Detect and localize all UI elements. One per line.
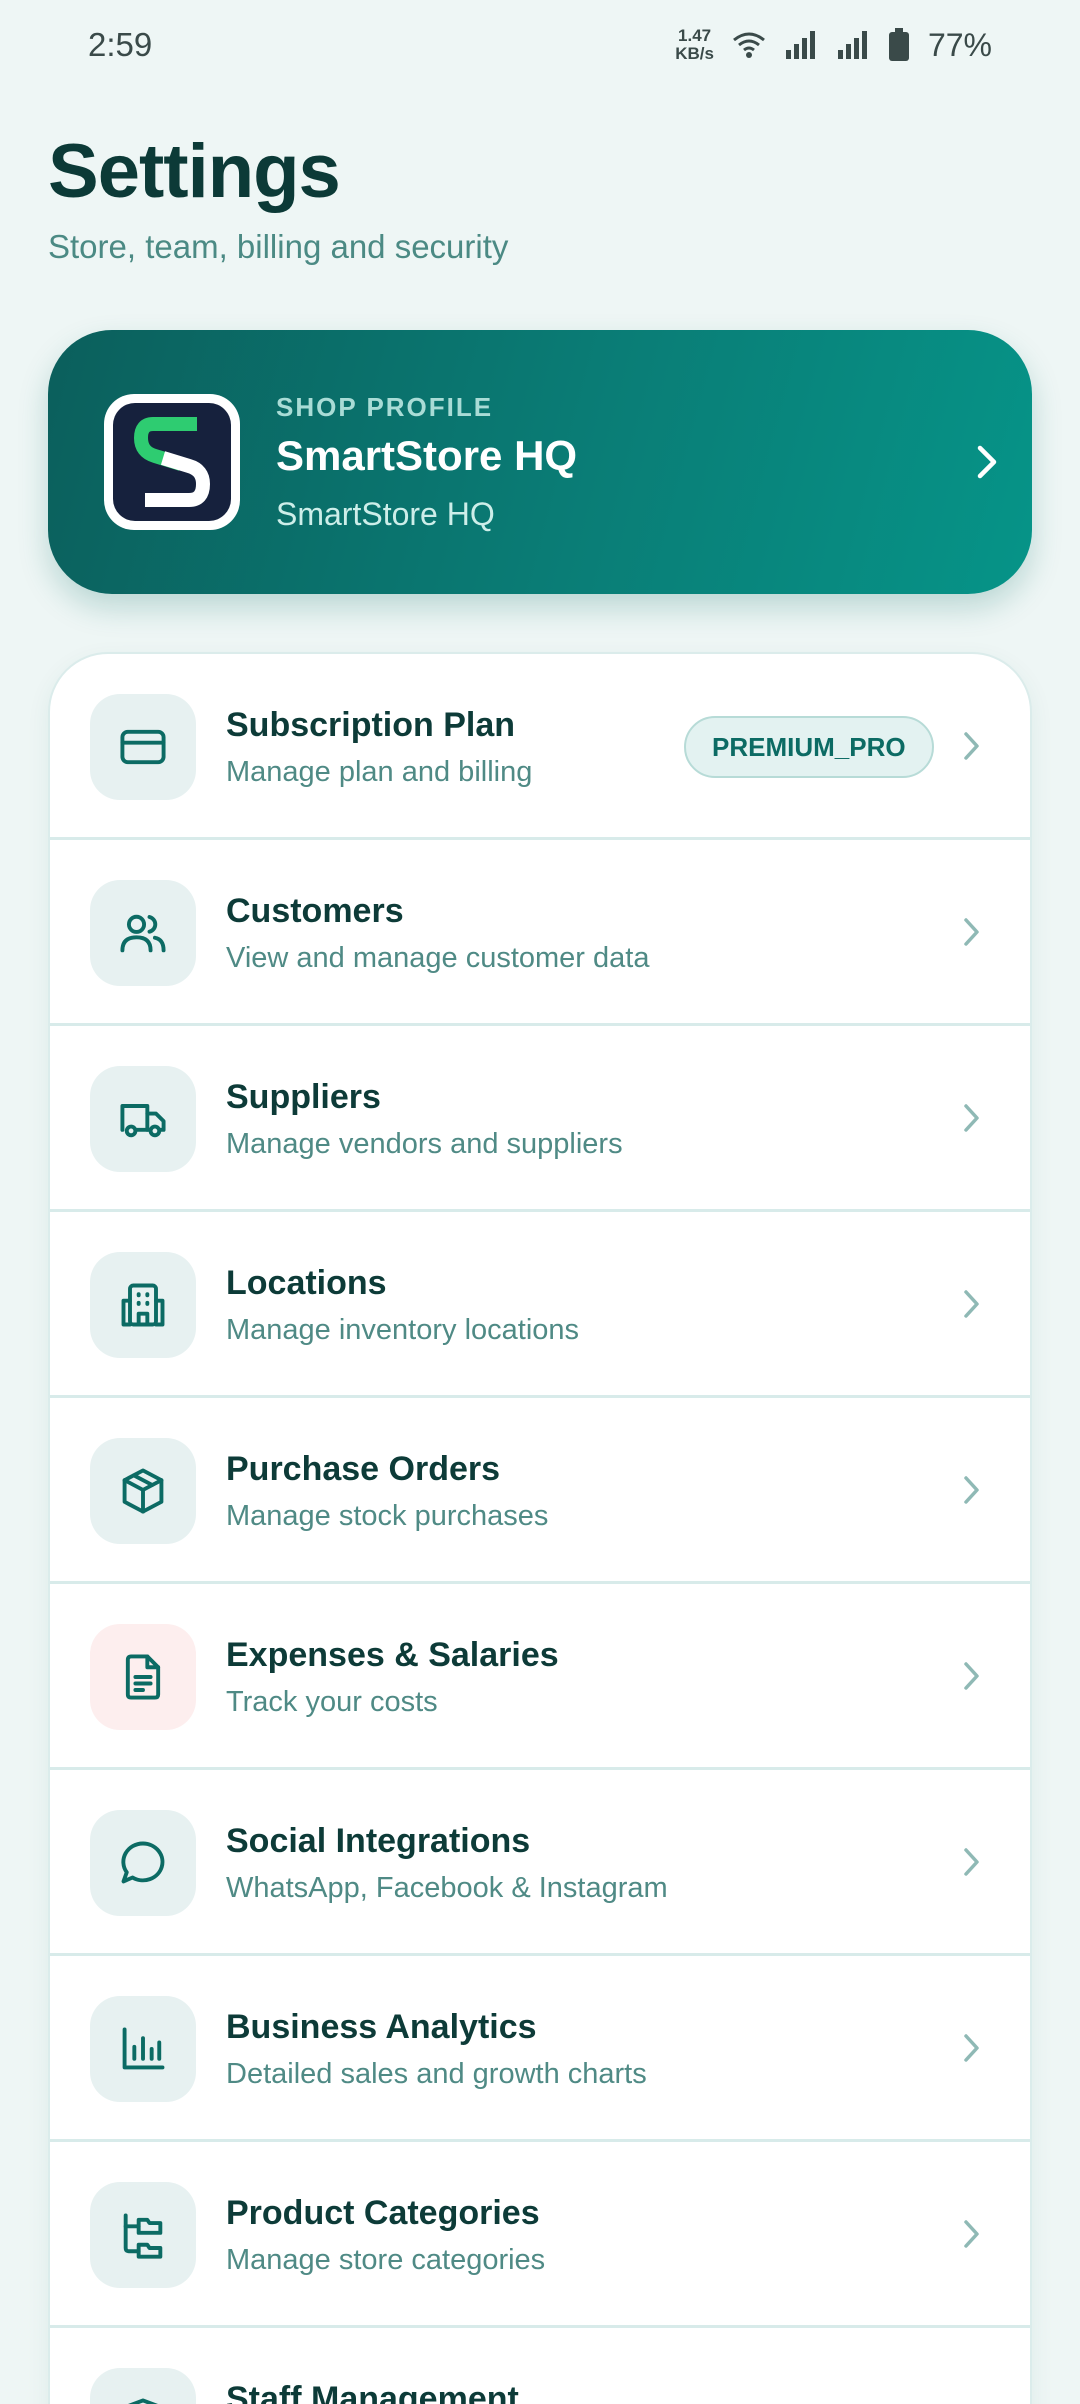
shop-logo — [104, 394, 240, 530]
chevron-right-icon — [960, 1288, 982, 1325]
settings-item-title: Business Analytics — [226, 2008, 537, 2046]
settings-item-subtitle: Detailed sales and growth charts — [226, 2058, 647, 2090]
wifi-icon — [732, 30, 766, 60]
chevron-right-icon — [960, 2032, 982, 2069]
chevron-right-icon — [960, 2218, 982, 2255]
signal-icon — [836, 30, 870, 60]
status-bar: 2:59 1.47 KB/s 77% — [0, 0, 1080, 90]
settings-list: Subscription Plan Manage plan and billin… — [48, 652, 1032, 2404]
users-icon — [120, 914, 166, 953]
settings-item-subtitle: Manage inventory locations — [226, 1314, 580, 1346]
settings-item-title: Purchase Orders — [226, 1450, 501, 1488]
truck-icon — [120, 1104, 166, 1138]
document-icon — [125, 1654, 161, 1700]
chevron-right-icon — [960, 1846, 982, 1883]
chevron-right-icon — [960, 1660, 982, 1697]
row-icon-container — [90, 2368, 196, 2404]
folder-tree-icon — [123, 2213, 163, 2259]
settings-item-purchase-orders[interactable]: Purchase Orders Manage stock purchases — [50, 1398, 1030, 1584]
bar-chart-icon — [122, 2027, 165, 2070]
battery-icon — [888, 28, 910, 62]
chevron-right-icon — [960, 916, 982, 953]
settings-item-customers[interactable]: Customers View and manage customer data — [50, 840, 1030, 1026]
profile-eyebrow: SHOP PROFILE — [276, 392, 494, 422]
chat-bubble-icon — [121, 1841, 165, 1884]
settings-item-subtitle: WhatsApp, Facebook & Instagram — [226, 1872, 668, 1904]
page-title: Settings — [48, 129, 341, 214]
status-time: 2:59 — [88, 26, 153, 63]
settings-item-title: Expenses & Salaries — [226, 1636, 559, 1674]
network-speed: 1.47 KB/s — [675, 27, 714, 63]
settings-item-title: Customers — [226, 892, 404, 930]
settings-item-subtitle: Track your costs — [226, 1686, 438, 1718]
status-indicators: 1.47 KB/s 77% — [675, 27, 992, 64]
shop-subtitle: SmartStore HQ — [276, 496, 495, 532]
row-icon-container — [90, 694, 196, 800]
settings-item-social-integrations[interactable]: Social Integrations WhatsApp, Facebook &… — [50, 1770, 1030, 1956]
settings-item-expenses-salaries[interactable]: Expenses & Salaries Track your costs — [50, 1584, 1030, 1770]
building-icon — [121, 1283, 165, 1327]
settings-item-business-analytics[interactable]: Business Analytics Detailed sales and gr… — [50, 1956, 1030, 2142]
settings-item-title: Product Categories — [226, 2194, 540, 2232]
settings-item-subtitle: Manage vendors and suppliers — [226, 1128, 623, 1160]
row-icon-container — [90, 880, 196, 986]
row-icon-container — [90, 1438, 196, 1544]
settings-item-suppliers[interactable]: Suppliers Manage vendors and suppliers — [50, 1026, 1030, 1212]
row-icon-container — [90, 1252, 196, 1358]
settings-item-title: Staff Management — [226, 2380, 519, 2404]
row-icon-container — [90, 1810, 196, 1916]
row-icon-container — [90, 1624, 196, 1730]
settings-item-staff-management[interactable]: Staff Management — [50, 2328, 1030, 2404]
row-icon-container — [90, 1996, 196, 2102]
settings-item-product-categories[interactable]: Product Categories Manage store categori… — [50, 2142, 1030, 2328]
smartstore-logo-icon — [134, 417, 210, 507]
settings-item-subtitle: View and manage customer data — [226, 942, 650, 974]
plan-badge: PREMIUM_PRO — [684, 716, 934, 778]
shop-name: SmartStore HQ — [276, 432, 578, 479]
settings-item-title: Suppliers — [226, 1078, 381, 1116]
settings-item-title: Locations — [226, 1264, 387, 1302]
box-icon — [122, 1468, 164, 1514]
shop-profile-card[interactable]: SHOP PROFILE SmartStore HQ SmartStore HQ — [48, 330, 1032, 594]
signal-icon — [784, 30, 818, 60]
network-speed-value: 1.47 — [678, 26, 712, 45]
chevron-right-icon — [960, 730, 982, 767]
settings-item-subscription-plan[interactable]: Subscription Plan Manage plan and billin… — [50, 654, 1030, 840]
chevron-right-icon — [960, 1102, 982, 1139]
network-speed-unit: KB/s — [675, 44, 714, 63]
row-icon-container — [90, 2182, 196, 2288]
row-icon-container — [90, 1066, 196, 1172]
chevron-right-icon — [972, 444, 1002, 485]
chevron-right-icon — [960, 1474, 982, 1511]
settings-item-subtitle: Manage store categories — [226, 2244, 546, 2276]
credit-card-icon — [120, 729, 166, 765]
page-subtitle: Store, team, billing and security — [48, 228, 509, 265]
shield-icon — [127, 2398, 159, 2404]
battery-percent: 77% — [927, 26, 992, 63]
settings-item-title: Subscription Plan — [226, 706, 516, 744]
settings-item-title: Social Integrations — [226, 1822, 531, 1860]
settings-item-subtitle: Manage plan and billing — [226, 756, 533, 788]
settings-item-locations[interactable]: Locations Manage inventory locations — [50, 1212, 1030, 1398]
settings-item-subtitle: Manage stock purchases — [226, 1500, 549, 1532]
